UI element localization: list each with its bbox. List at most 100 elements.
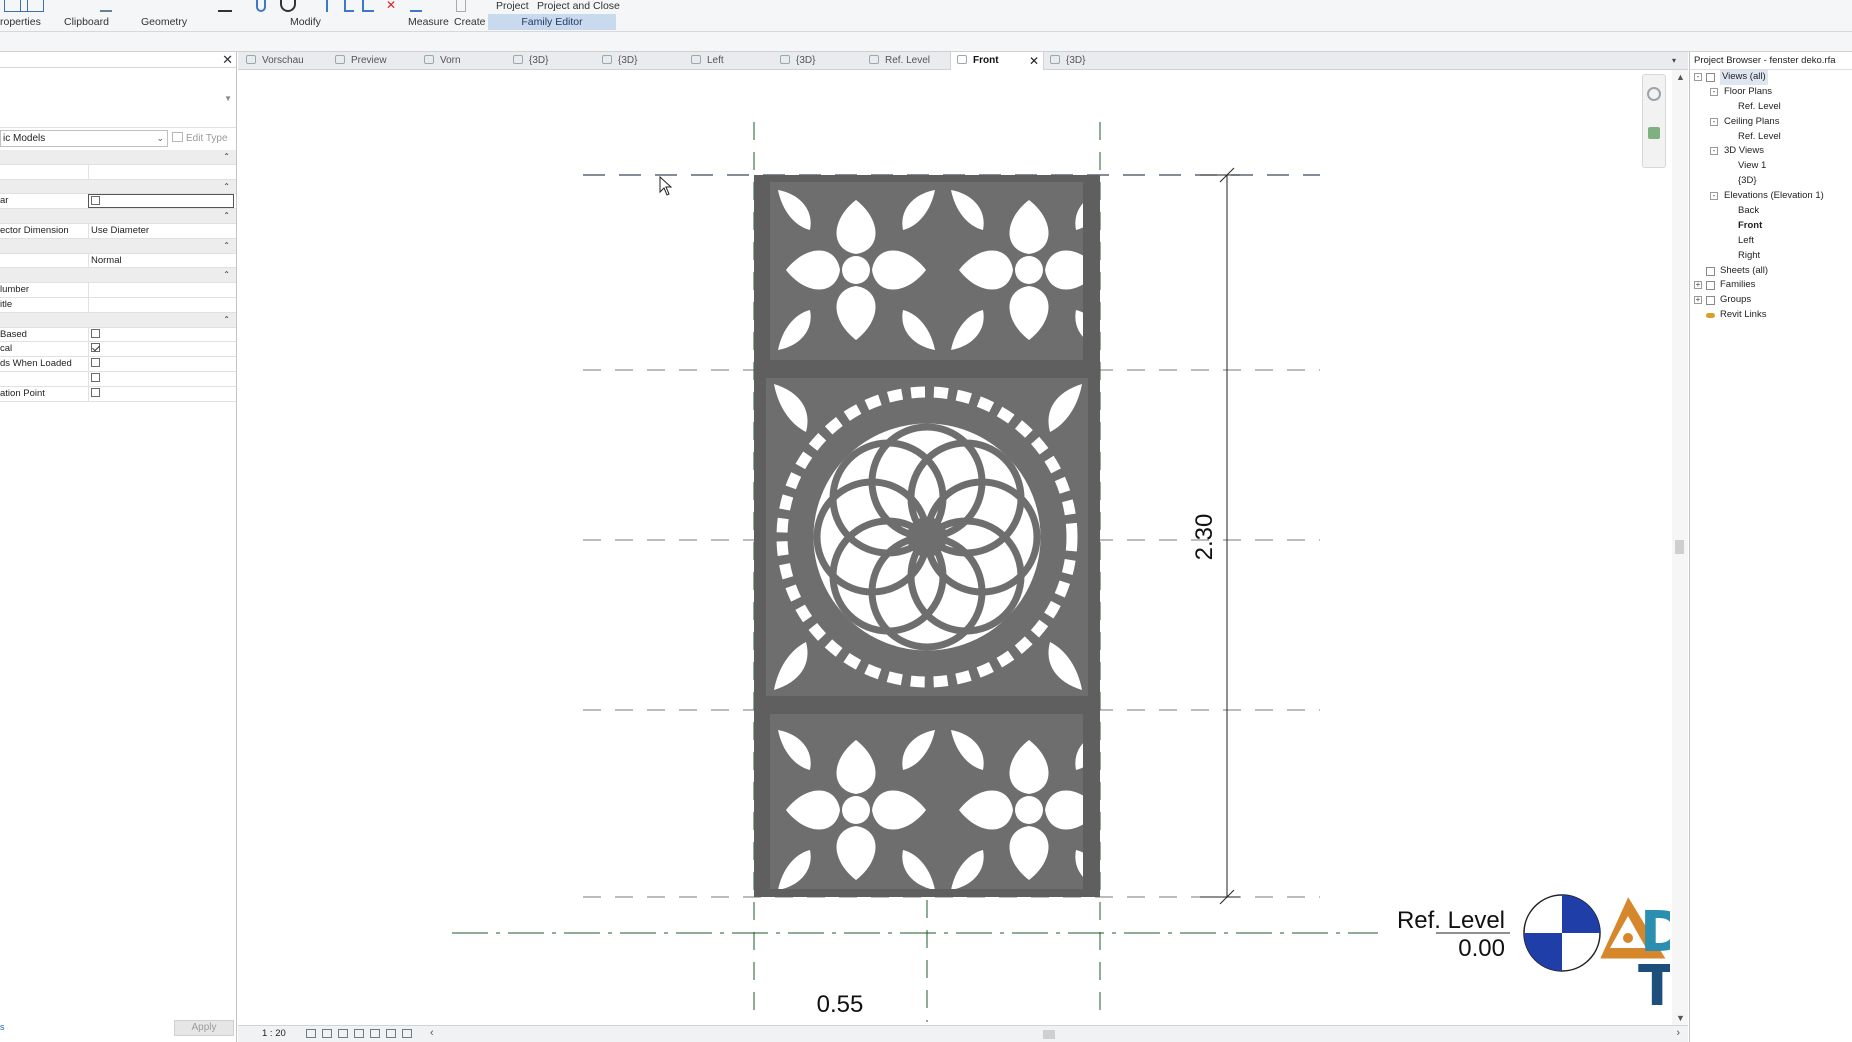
browser-node[interactable]: Ref. Level: [1690, 130, 1852, 145]
browser-node[interactable]: Left: [1690, 234, 1852, 249]
property-group-header[interactable]: ⌃: [0, 150, 236, 165]
level-head-symbol[interactable]: [1523, 894, 1601, 972]
scroll-thumb[interactable]: [1675, 540, 1684, 554]
visual-style-icon[interactable]: [322, 1029, 332, 1038]
close-tab-icon[interactable]: ✕: [1029, 52, 1039, 70]
property-row[interactable]: ation Point: [0, 386, 236, 402]
browser-node[interactable]: - Elevations (Elevation 1): [1690, 189, 1852, 204]
browser-node[interactable]: - Ceiling Plans: [1690, 115, 1852, 130]
apply-button[interactable]: Apply: [174, 1020, 234, 1036]
steering-wheel-icon[interactable]: [1647, 87, 1661, 101]
collapse-icon[interactable]: -: [1710, 87, 1718, 96]
view-tab[interactable]: Ref. Level: [863, 52, 949, 70]
browser-node[interactable]: -3D Views: [1690, 144, 1852, 159]
load-into-project-button[interactable]: Project: [496, 0, 529, 12]
property-row[interactable]: ector Dimension Use Diameter: [0, 223, 236, 239]
detail-level-icon[interactable]: [306, 1029, 316, 1038]
browser-node[interactable]: Back: [1690, 204, 1852, 219]
property-row[interactable]: Based: [0, 327, 236, 343]
property-value[interactable]: [88, 194, 234, 209]
create-icon[interactable]: [456, 0, 466, 12]
collapse-icon[interactable]: ⌃: [223, 268, 230, 282]
property-value[interactable]: [88, 357, 234, 372]
collapse-icon[interactable]: ⌃: [223, 239, 230, 253]
delete-icon[interactable]: ✕: [386, 0, 398, 12]
edit-type-button[interactable]: Edit Type: [172, 130, 228, 147]
move-icon[interactable]: [218, 0, 232, 12]
collapse-icon[interactable]: -: [1710, 117, 1718, 126]
width-dimension-value[interactable]: 0.55: [817, 991, 864, 1018]
property-checkbox[interactable]: [91, 358, 100, 368]
mirror-icon[interactable]: [362, 0, 374, 12]
browser-node[interactable]: Ref. Level: [1690, 100, 1852, 115]
collapse-icon[interactable]: ⌃: [223, 180, 230, 194]
level-elevation[interactable]: 0.00: [1458, 935, 1505, 962]
load-into-project-and-close-button[interactable]: Project and Close: [537, 0, 620, 12]
property-row[interactable]: Normal: [0, 253, 236, 269]
match-properties-icon[interactable]: [100, 0, 112, 12]
property-row[interactable]: cal: [0, 342, 236, 358]
property-value[interactable]: [88, 371, 234, 386]
view-tab[interactable]: {3D}: [774, 52, 860, 70]
show-crop-icon[interactable]: [386, 1029, 396, 1038]
type-properties-icon[interactable]: [20, 0, 44, 12]
properties-help-link[interactable]: s: [0, 1022, 5, 1032]
property-value[interactable]: Use Diameter: [88, 223, 234, 238]
property-checkbox[interactable]: [91, 343, 100, 353]
scroll-down-icon[interactable]: ▼: [1676, 1013, 1685, 1023]
property-row[interactable]: [0, 164, 236, 180]
tab-menu-icon[interactable]: ▾: [1672, 56, 1676, 65]
chevron-down-icon[interactable]: ⌄: [156, 131, 164, 146]
property-row[interactable]: lumber: [0, 283, 236, 298]
property-row[interactable]: itle: [0, 297, 236, 313]
view-tab[interactable]: Left: [685, 52, 771, 70]
shadows-icon[interactable]: [354, 1029, 364, 1038]
align-icon[interactable]: [326, 0, 334, 12]
property-group-header[interactable]: ⌃: [0, 268, 236, 284]
view-tab[interactable]: Preview: [329, 52, 415, 70]
horizontal-scroll-thumb[interactable]: [1043, 1030, 1055, 1039]
browser-node[interactable]: Sheets (all): [1690, 264, 1852, 279]
collapse-icon[interactable]: -: [1710, 192, 1718, 201]
close-icon[interactable]: ✕: [222, 52, 233, 68]
height-dimension-value[interactable]: 2.30: [1191, 514, 1218, 561]
scroll-up-icon[interactable]: ▲: [1676, 72, 1685, 82]
circle-icon[interactable]: [280, 0, 296, 12]
browser-node[interactable]: Front: [1690, 219, 1852, 234]
property-value[interactable]: [88, 297, 234, 312]
browser-node[interactable]: {3D}: [1690, 174, 1852, 189]
property-value[interactable]: [88, 327, 234, 342]
collapse-icon[interactable]: ⌃: [223, 150, 230, 164]
property-value[interactable]: [88, 342, 234, 357]
property-value[interactable]: [88, 386, 234, 401]
view-tab[interactable]: {3D}: [507, 52, 593, 70]
property-group-header[interactable]: ⌃: [0, 312, 236, 328]
type-selector-dropdown[interactable]: ic Models ⌄: [0, 130, 168, 147]
scroll-left-icon[interactable]: ‹: [430, 1027, 434, 1039]
chevron-down-icon[interactable]: ▼: [224, 94, 232, 103]
vertical-scrollbar[interactable]: ▲ ▼: [1672, 70, 1688, 1025]
property-checkbox[interactable]: [91, 328, 100, 338]
property-value[interactable]: Normal: [88, 253, 234, 268]
measure-icon[interactable]: [410, 0, 422, 12]
view-tab[interactable]: Front ✕: [950, 52, 1044, 71]
browser-node[interactable]: Right: [1690, 249, 1852, 264]
collapse-icon[interactable]: ⌃: [223, 209, 230, 223]
browser-node[interactable]: + Families: [1690, 278, 1852, 293]
rotate-icon[interactable]: [256, 0, 266, 12]
browser-node[interactable]: - Floor Plans: [1690, 85, 1852, 100]
browser-node[interactable]: - Views (all): [1690, 70, 1852, 85]
type-preview[interactable]: ▼: [0, 72, 236, 128]
crop-view-icon[interactable]: [370, 1029, 380, 1038]
browser-node[interactable]: + Groups: [1690, 293, 1852, 308]
property-group-header[interactable]: ⌃: [0, 238, 236, 254]
property-row[interactable]: [0, 371, 236, 387]
expand-icon[interactable]: +: [1694, 296, 1702, 305]
view-tab[interactable]: {3D}: [596, 52, 682, 70]
zoom-icon[interactable]: [1648, 127, 1660, 139]
collapse-icon[interactable]: ⌃: [223, 313, 230, 327]
property-row[interactable]: ar: [0, 194, 236, 210]
property-checkbox[interactable]: [91, 196, 100, 206]
property-group-header[interactable]: ⌃: [0, 179, 236, 195]
property-group-header[interactable]: ⌃: [0, 209, 236, 224]
